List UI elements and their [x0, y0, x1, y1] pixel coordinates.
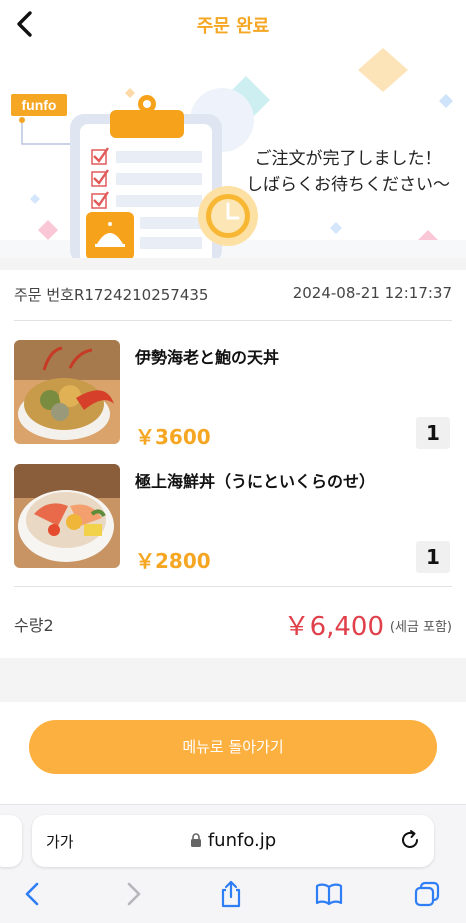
section-separator — [0, 258, 466, 270]
url-display[interactable]: funfo.jp — [32, 830, 434, 851]
browser-forward-icon[interactable] — [118, 879, 148, 909]
tabs-icon[interactable] — [412, 879, 442, 909]
item-quantity: 1 — [416, 417, 450, 449]
reload-icon[interactable] — [398, 828, 422, 852]
tax-note: (세금 포함) — [389, 620, 452, 635]
browser-toolbar: 가가 funfo.jp — [0, 804, 466, 923]
item-image — [14, 464, 120, 568]
order-summary: 수량2 ￥6,400 (세금 포함) — [14, 606, 452, 642]
bookmarks-icon[interactable] — [314, 879, 344, 909]
total-price: ￥6,400 — [283, 612, 384, 642]
completion-message: ご注文が完了しました！ しばらくお待ちください〜 — [238, 146, 458, 198]
item-quantity: 1 — [416, 541, 450, 573]
section-separator — [0, 658, 466, 702]
item-price: ￥3600 — [135, 425, 211, 449]
brand-logo: funfo — [11, 94, 67, 116]
order-datetime: 2024-08-21 12:17:37 — [292, 284, 452, 302]
page-title: 주문 완료 — [196, 16, 270, 37]
total-quantity: 수량2 — [14, 616, 54, 635]
share-icon[interactable] — [216, 879, 246, 909]
item-name: 伊勢海老と鮑の天丼 — [135, 348, 280, 367]
order-item: 伊勢海老と鮑の天丼 ￥3600 1 — [14, 340, 452, 449]
item-image — [14, 340, 120, 444]
completion-message-line2: しばらくお待ちください〜 — [246, 175, 450, 195]
browser-back-icon[interactable] — [18, 879, 48, 909]
divider — [14, 586, 452, 587]
order-number: 주문 번호R1724210257435 — [14, 286, 209, 304]
item-name: 極上海鮮丼（うにといくらのせ） — [135, 472, 376, 491]
order-meta: 주문 번호R1724210257435 2024-08-21 12:17:37 — [14, 284, 452, 304]
url-text: funfo.jp — [207, 830, 277, 851]
order-complete-illustration: funfo ご注文が完了しました！ しばらくお待ちください〜 — [0, 40, 466, 260]
item-price: ￥2800 — [135, 549, 211, 573]
divider — [14, 320, 452, 321]
lock-icon — [190, 833, 201, 847]
previous-tab-preview[interactable] — [0, 815, 22, 867]
back-to-menu-button[interactable]: 메뉴로 돌아가기 — [29, 720, 437, 774]
completion-message-line1: ご注文が完了しました！ — [254, 149, 442, 169]
order-item: 極上海鮮丼（うにといくらのせ） ￥2800 1 — [14, 464, 452, 573]
address-bar[interactable]: 가가 funfo.jp — [32, 815, 434, 867]
